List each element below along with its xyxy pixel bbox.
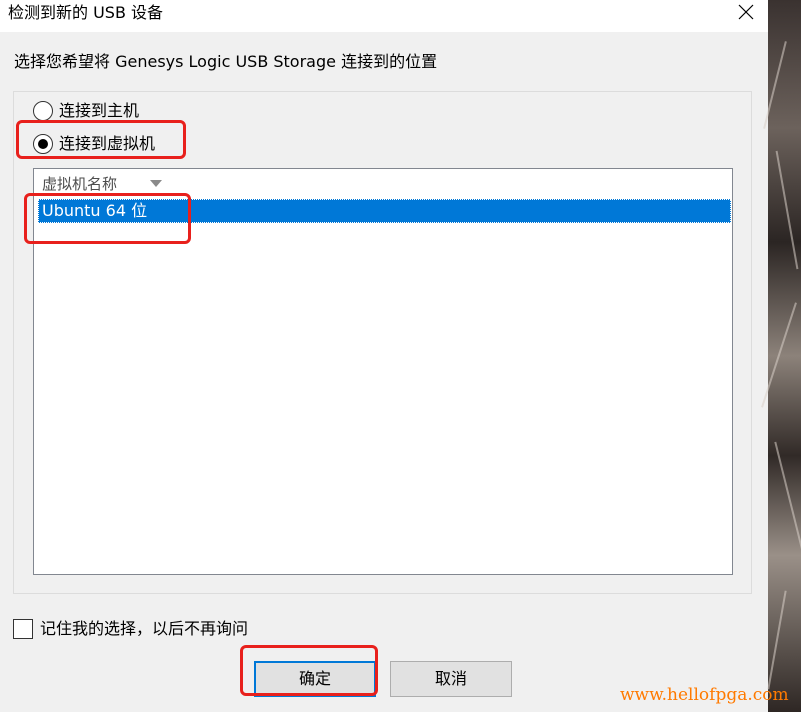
close-icon: [738, 4, 754, 20]
remember-choice-checkbox[interactable]: [13, 619, 33, 639]
radio-selected-dot: [38, 139, 48, 149]
vm-list-row[interactable]: Ubuntu 64 位: [38, 199, 731, 223]
connect-host-label[interactable]: 连接到主机: [59, 100, 139, 122]
usb-device-dialog: 检测到新的 USB 设备 选择您希望将 Genesys Logic USB St…: [0, 0, 768, 712]
remember-choice-label[interactable]: 记住我的选择，以后不再询问: [40, 618, 248, 640]
cancel-button[interactable]: 取消: [390, 661, 512, 697]
dialog-title: 检测到新的 USB 设备: [8, 3, 164, 22]
title-bar: 检测到新的 USB 设备: [0, 0, 768, 32]
desktop-background: [761, 0, 801, 712]
vm-name-column-header[interactable]: 虚拟机名称: [42, 173, 117, 195]
close-button[interactable]: [722, 0, 768, 30]
connect-vm-radio[interactable]: [33, 134, 53, 154]
connection-prompt: 选择您希望将 Genesys Logic USB Storage 连接到的位置: [14, 52, 438, 71]
connect-host-radio[interactable]: [33, 101, 53, 121]
vm-row-label: Ubuntu 64 位: [42, 201, 148, 220]
ok-button[interactable]: 确定: [254, 661, 376, 697]
vm-list[interactable]: 虚拟机名称 Ubuntu 64 位: [33, 168, 733, 575]
connect-vm-label[interactable]: 连接到虚拟机: [59, 133, 155, 155]
site-watermark: www.hellofpga.com: [620, 685, 789, 705]
sort-down-icon: [150, 180, 162, 187]
